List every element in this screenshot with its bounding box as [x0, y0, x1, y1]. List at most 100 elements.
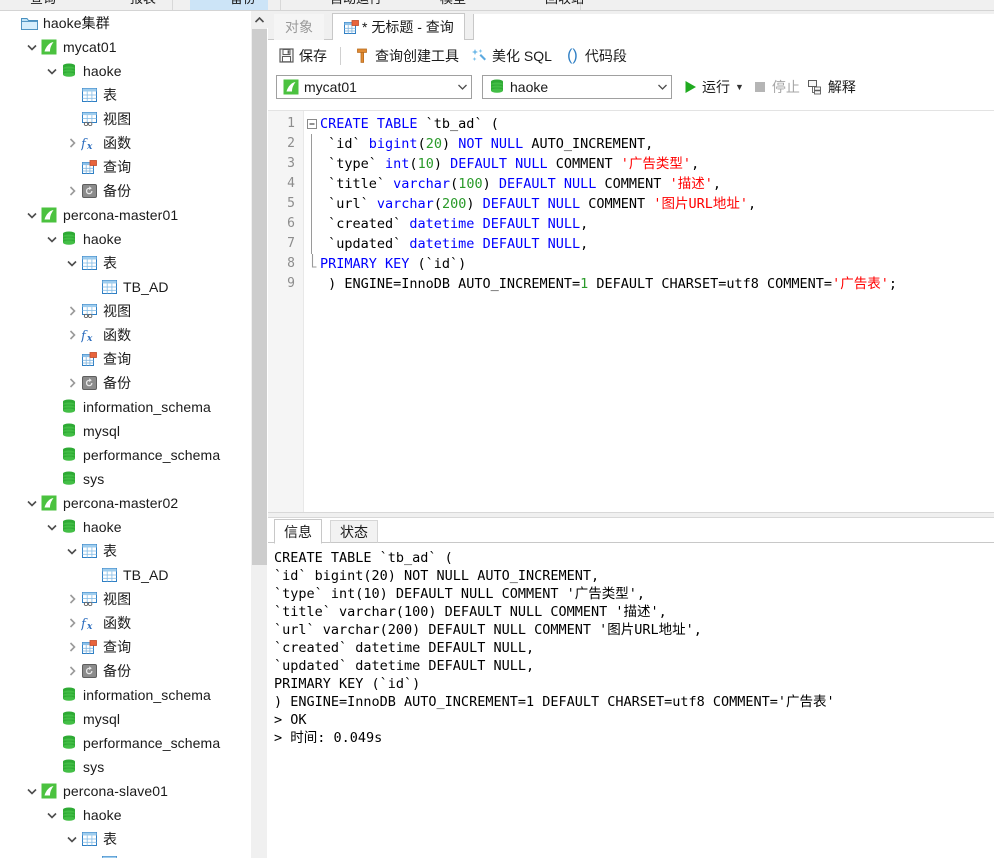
- connection-icon: [40, 203, 58, 227]
- chevron-down-icon[interactable]: [453, 84, 471, 90]
- chevron-right-icon[interactable]: [64, 635, 80, 659]
- chevron-right-icon[interactable]: [64, 179, 80, 203]
- tab-objects[interactable]: 对象: [274, 14, 324, 40]
- message-line: `type` int(10) DEFAULT NULL COMMENT '广告类…: [274, 586, 645, 602]
- message-output[interactable]: CREATE TABLE `tb_ad` (`id` bigint(20) NO…: [268, 543, 994, 858]
- query-builder-button[interactable]: 查询创建工具: [348, 43, 465, 69]
- chevron-right-icon[interactable]: [64, 659, 80, 683]
- tree-item-perconaslave01[interactable]: percona-slave01: [0, 779, 250, 803]
- tree-item-information_schema[interactable]: information_schema: [0, 683, 250, 707]
- chevron-down-icon[interactable]: [24, 203, 40, 227]
- tree-item-haoke[interactable]: haoke: [0, 59, 250, 83]
- run-button[interactable]: 运行 ▼: [682, 75, 744, 99]
- tree-item-sys[interactable]: sys: [0, 755, 250, 779]
- tree-item-[interactable]: 表: [0, 251, 250, 275]
- tree-item-[interactable]: f x 函数: [0, 323, 250, 347]
- tree-item-TB_AD[interactable]: TB_AD: [0, 275, 250, 299]
- tree-item-[interactable]: 视图: [0, 299, 250, 323]
- chevron-down-icon[interactable]: [653, 84, 671, 90]
- connection-select[interactable]: mycat01: [276, 75, 472, 99]
- tree-vertical-scrollbar[interactable]: [250, 11, 268, 858]
- fold-collapse-icon[interactable]: [306, 114, 317, 134]
- editor-line[interactable]: 8 PRIMARY KEY (`id`): [268, 254, 994, 274]
- chevron-down-icon[interactable]: [44, 59, 60, 83]
- chevron-right-icon[interactable]: [64, 371, 80, 395]
- top-strip-item-1[interactable]: 报表: [130, 0, 156, 5]
- stop-icon: [752, 75, 769, 99]
- tree-item-[interactable]: 备份: [0, 659, 250, 683]
- tree-item-mysql[interactable]: mysql: [0, 707, 250, 731]
- chevron-right-icon[interactable]: [64, 587, 80, 611]
- editor-line[interactable]: 7 `updated` datetime DEFAULT NULL,: [268, 234, 994, 254]
- tab-status[interactable]: 状态: [330, 520, 378, 543]
- save-button[interactable]: 保存: [272, 43, 333, 69]
- snippet-button[interactable]: () 代码段: [558, 43, 633, 69]
- object-tree-pane[interactable]: haoke集群 mycat01 haoke 表视图 f x 函数 查询 备份 percona-ma…: [0, 11, 250, 858]
- tree-item-haoke[interactable]: haoke集群: [0, 11, 250, 35]
- top-strip-item-4[interactable]: 模型: [440, 0, 466, 5]
- chevron-down-icon[interactable]: [24, 491, 40, 515]
- chevron-down-icon[interactable]: [64, 251, 80, 275]
- tree-item-label: 视图: [103, 303, 132, 319]
- tree-item-sys[interactable]: sys: [0, 467, 250, 491]
- editor-line[interactable]: 6 `created` datetime DEFAULT NULL,: [268, 214, 994, 234]
- tab-info[interactable]: 信息: [274, 519, 322, 544]
- editor-line[interactable]: 2 `id` bigint(20) NOT NULL AUTO_INCREMEN…: [268, 134, 994, 154]
- scroll-up-icon[interactable]: [251, 11, 268, 28]
- editor-line[interactable]: 3 `type` int(10) DEFAULT NULL COMMENT '广…: [268, 154, 994, 174]
- tree-item-perconamaster01[interactable]: percona-master01: [0, 203, 250, 227]
- chevron-down-icon[interactable]: [24, 779, 40, 803]
- tree-item-[interactable]: f x 函数: [0, 611, 250, 635]
- tree-item-TB_AD[interactable]: TB_AD: [0, 851, 250, 858]
- chevron-down-icon[interactable]: [44, 803, 60, 827]
- chevron-right-icon[interactable]: [64, 611, 80, 635]
- chevron-down-icon[interactable]: [24, 35, 40, 59]
- chevron-right-icon[interactable]: [64, 299, 80, 323]
- tree-item-[interactable]: 查询: [0, 347, 250, 371]
- tree-item-perconamaster02[interactable]: percona-master02: [0, 491, 250, 515]
- tree-item-[interactable]: f x 函数: [0, 131, 250, 155]
- chevron-down-icon[interactable]: [64, 539, 80, 563]
- tree-item-performance_schema[interactable]: performance_schema: [0, 731, 250, 755]
- tree-item-performance_schema[interactable]: performance_schema: [0, 443, 250, 467]
- explain-button[interactable]: 解释: [808, 75, 856, 99]
- toolbar-separator: [340, 46, 341, 65]
- chevron-down-icon[interactable]: [44, 227, 60, 251]
- top-strip-item-2[interactable]: 备份: [230, 0, 256, 5]
- chevron-down-icon[interactable]: [64, 827, 80, 851]
- editor-line[interactable]: 5 `url` varchar(200) DEFAULT NULL COMMEN…: [268, 194, 994, 214]
- top-strip-item-5[interactable]: 回收站: [545, 0, 584, 5]
- tree-item-[interactable]: 查询: [0, 155, 250, 179]
- top-strip-item-3[interactable]: 自动运行: [330, 0, 382, 5]
- tree-item-haoke[interactable]: haoke: [0, 227, 250, 251]
- editor-line[interactable]: 9 ) ENGINE=InnoDB AUTO_INCREMENT=1 DEFAU…: [268, 274, 994, 294]
- top-strip-item-0[interactable]: 查询: [30, 0, 56, 5]
- tree-item-[interactable]: 视图: [0, 107, 250, 131]
- tree-item-information_schema[interactable]: information_schema: [0, 395, 250, 419]
- chevron-right-icon[interactable]: [64, 323, 80, 347]
- database-select[interactable]: haoke: [482, 75, 672, 99]
- tree-item-mysql[interactable]: mysql: [0, 419, 250, 443]
- editor-line[interactable]: 1 CREATE TABLE `tb_ad` (: [268, 114, 994, 134]
- tree-item-[interactable]: 表: [0, 827, 250, 851]
- tree-item-[interactable]: 表: [0, 539, 250, 563]
- tree-item-[interactable]: 视图: [0, 587, 250, 611]
- run-dropdown-icon[interactable]: ▼: [735, 82, 744, 92]
- tree-item-[interactable]: 查询: [0, 635, 250, 659]
- tree-item-haoke[interactable]: haoke: [0, 803, 250, 827]
- tree-item-[interactable]: 备份: [0, 371, 250, 395]
- tab-query[interactable]: * 无标题 - 查询: [332, 13, 465, 41]
- tree-item-TB_AD[interactable]: TB_AD: [0, 563, 250, 587]
- tree-item-mycat01[interactable]: mycat01: [0, 35, 250, 59]
- chevron-down-icon[interactable]: [44, 515, 60, 539]
- scrollbar-thumb[interactable]: [252, 29, 267, 565]
- beautify-sql-button[interactable]: 美化 SQL: [465, 43, 558, 69]
- tree-item-[interactable]: 备份: [0, 179, 250, 203]
- sql-editor[interactable]: 1 CREATE TABLE `tb_ad` (2 `id` bigint(20)…: [268, 110, 994, 512]
- tree-item-label: 查询: [103, 639, 132, 655]
- tree-item-haoke[interactable]: haoke: [0, 515, 250, 539]
- chevron-right-icon[interactable]: [64, 131, 80, 155]
- editor-line[interactable]: 4 `title` varchar(100) DEFAULT NULL COMM…: [268, 174, 994, 194]
- save-icon: [278, 44, 295, 68]
- tree-item-[interactable]: 表: [0, 83, 250, 107]
